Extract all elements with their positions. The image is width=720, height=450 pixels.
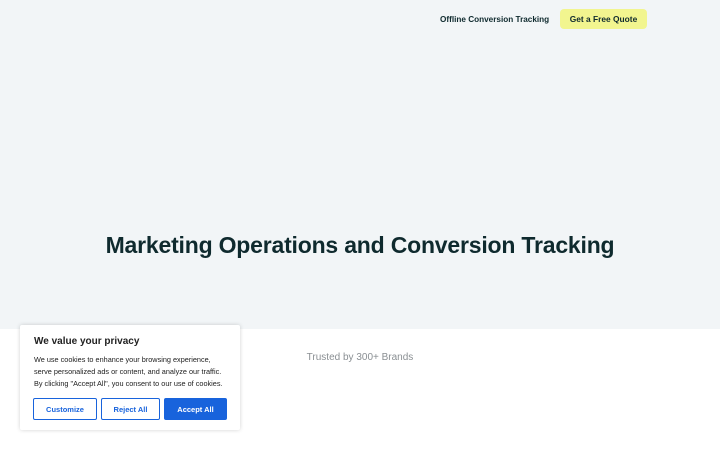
cookie-text-line: By clicking "Accept All", you consent to…: [34, 379, 223, 388]
accept-all-button[interactable]: Accept All: [164, 398, 227, 420]
reject-all-button[interactable]: Reject All: [101, 398, 160, 420]
customize-button[interactable]: Customize: [33, 398, 97, 420]
hero-section: Offline Conversion Tracking Get a Free Q…: [0, 0, 720, 329]
cookie-text-line: serve personalized ads or content, and a…: [34, 367, 222, 376]
get-free-quote-button[interactable]: Get a Free Quote: [560, 9, 647, 29]
cookie-text-line: We use cookies to enhance your browsing …: [34, 355, 211, 364]
cookie-consent-banner: We value your privacy We use cookies to …: [20, 325, 240, 430]
nav-link-offline-conversion-tracking[interactable]: Offline Conversion Tracking: [440, 14, 549, 25]
cookie-banner-description: We use cookies to enhance your browsing …: [34, 354, 234, 390]
cookie-banner-title: We value your privacy: [34, 336, 140, 347]
page-title: Marketing Operations and Conversion Trac…: [105, 232, 615, 258]
